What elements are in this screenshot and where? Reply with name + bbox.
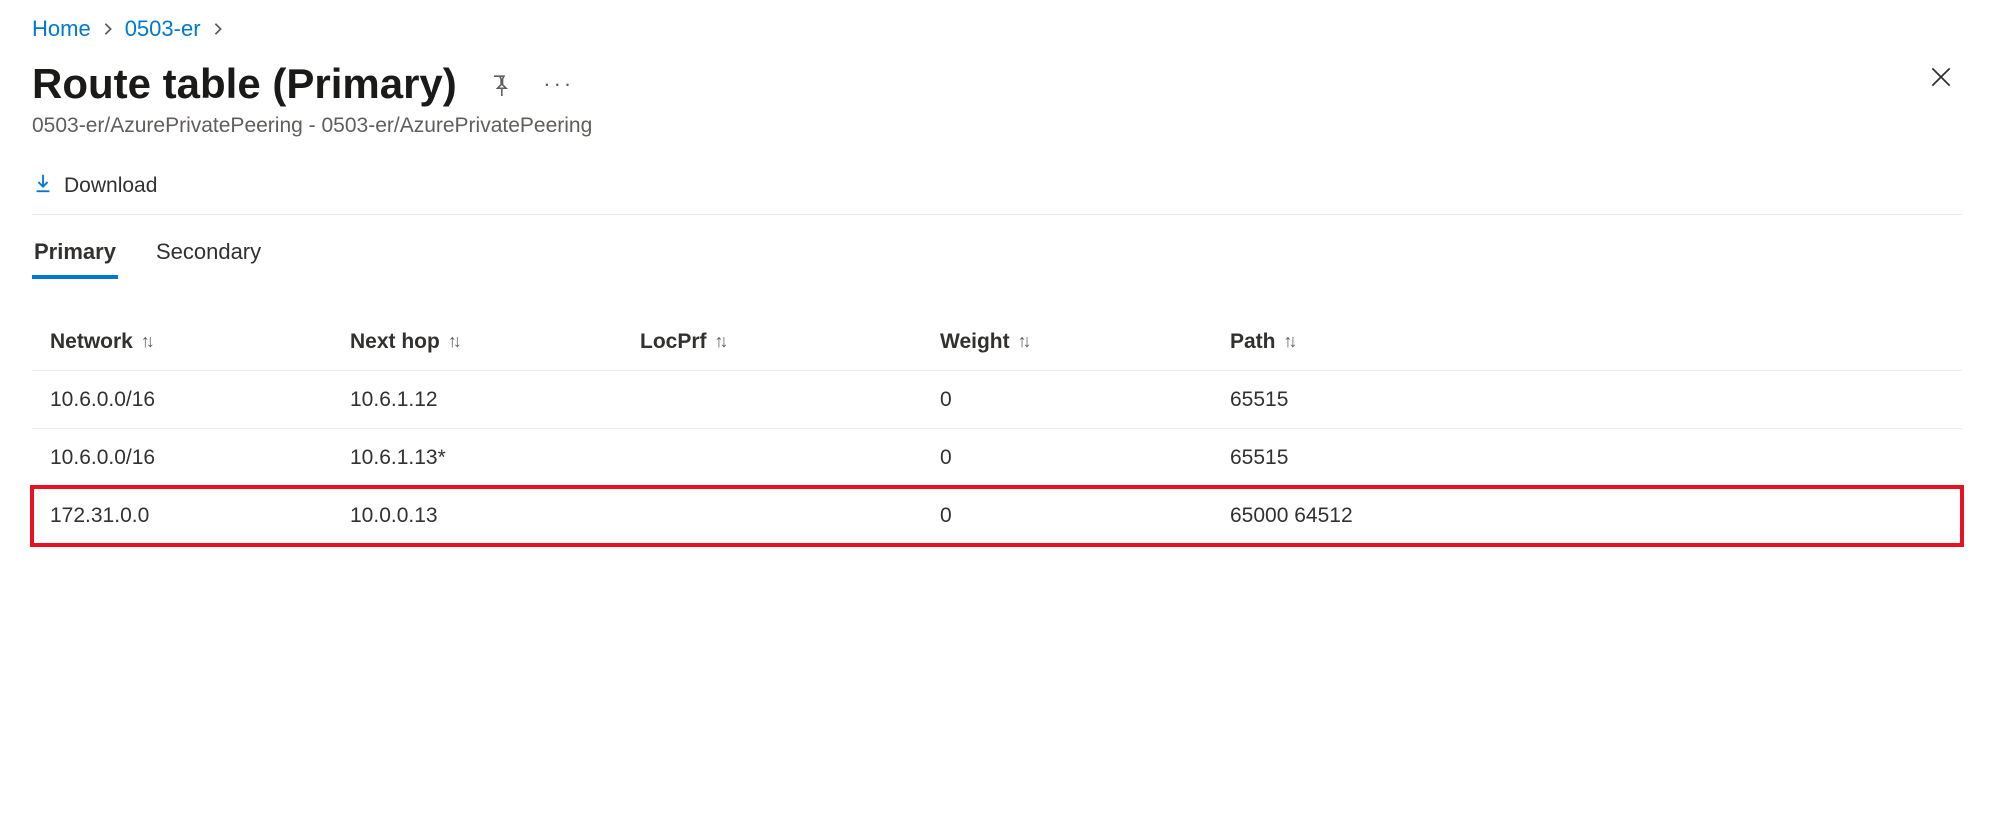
chevron-right-icon xyxy=(101,16,115,42)
chevron-right-icon xyxy=(211,16,225,42)
table-row[interactable]: 172.31.0.010.0.0.13 065000 64512 xyxy=(32,487,1962,545)
cell-next_hop: 10.6.1.13* xyxy=(350,446,640,470)
cell-network: 172.31.0.0 xyxy=(50,504,350,528)
sort-icon: ↑↓ xyxy=(1284,331,1294,352)
cell-weight: 0 xyxy=(940,388,1230,412)
page-subtitle: 0503-er/AzurePrivatePeering - 0503-er/Az… xyxy=(32,114,592,138)
column-header-locprf[interactable]: LocPrf↑↓ xyxy=(640,330,940,354)
page-title: Route table (Primary) xyxy=(32,60,457,108)
pin-icon[interactable] xyxy=(481,66,517,102)
breadcrumb-home[interactable]: Home xyxy=(32,16,91,42)
close-icon[interactable] xyxy=(1920,60,1962,100)
tab-secondary[interactable]: Secondary xyxy=(154,233,263,279)
command-bar: Download xyxy=(32,172,1962,215)
tab-bar: Primary Secondary xyxy=(32,233,1962,279)
cell-next_hop: 10.0.0.13 xyxy=(350,504,640,528)
download-icon[interactable] xyxy=(32,172,54,200)
breadcrumb-resource[interactable]: 0503-er xyxy=(125,16,201,42)
cell-path: 65515 xyxy=(1230,446,1944,470)
sort-icon: ↑↓ xyxy=(448,331,458,352)
page-root: Home 0503-er Route table (Primary) ··· 0… xyxy=(0,0,1994,577)
tab-primary[interactable]: Primary xyxy=(32,233,118,279)
cell-network: 10.6.0.0/16 xyxy=(50,446,350,470)
more-icon[interactable]: ··· xyxy=(541,66,577,102)
column-header-path[interactable]: Path↑↓ xyxy=(1230,330,1944,354)
cell-next_hop: 10.6.1.12 xyxy=(350,388,640,412)
column-header-network[interactable]: Network↑↓ xyxy=(50,330,350,354)
sort-icon: ↑↓ xyxy=(141,331,151,352)
sort-icon: ↑↓ xyxy=(1018,331,1028,352)
cell-path: 65000 64512 xyxy=(1230,504,1944,528)
cell-weight: 0 xyxy=(940,446,1230,470)
column-header-weight[interactable]: Weight↑↓ xyxy=(940,330,1230,354)
table-row[interactable]: 10.6.0.0/1610.6.1.12 065515 xyxy=(32,371,1962,429)
cell-network: 10.6.0.0/16 xyxy=(50,388,350,412)
page-header: Route table (Primary) ··· 0503-er/AzureP… xyxy=(32,60,1962,138)
breadcrumb: Home 0503-er xyxy=(32,16,1962,42)
sort-icon: ↑↓ xyxy=(715,331,725,352)
cell-weight: 0 xyxy=(940,504,1230,528)
table-row[interactable]: 10.6.0.0/1610.6.1.13* 065515 xyxy=(32,429,1962,487)
route-table: Network↑↓Next hop↑↓LocPrf↑↓Weight↑↓Path↑… xyxy=(32,313,1962,545)
cell-path: 65515 xyxy=(1230,388,1944,412)
table-header-row: Network↑↓Next hop↑↓LocPrf↑↓Weight↑↓Path↑… xyxy=(32,313,1962,371)
download-button[interactable]: Download xyxy=(64,174,157,198)
column-header-next-hop[interactable]: Next hop↑↓ xyxy=(350,330,640,354)
